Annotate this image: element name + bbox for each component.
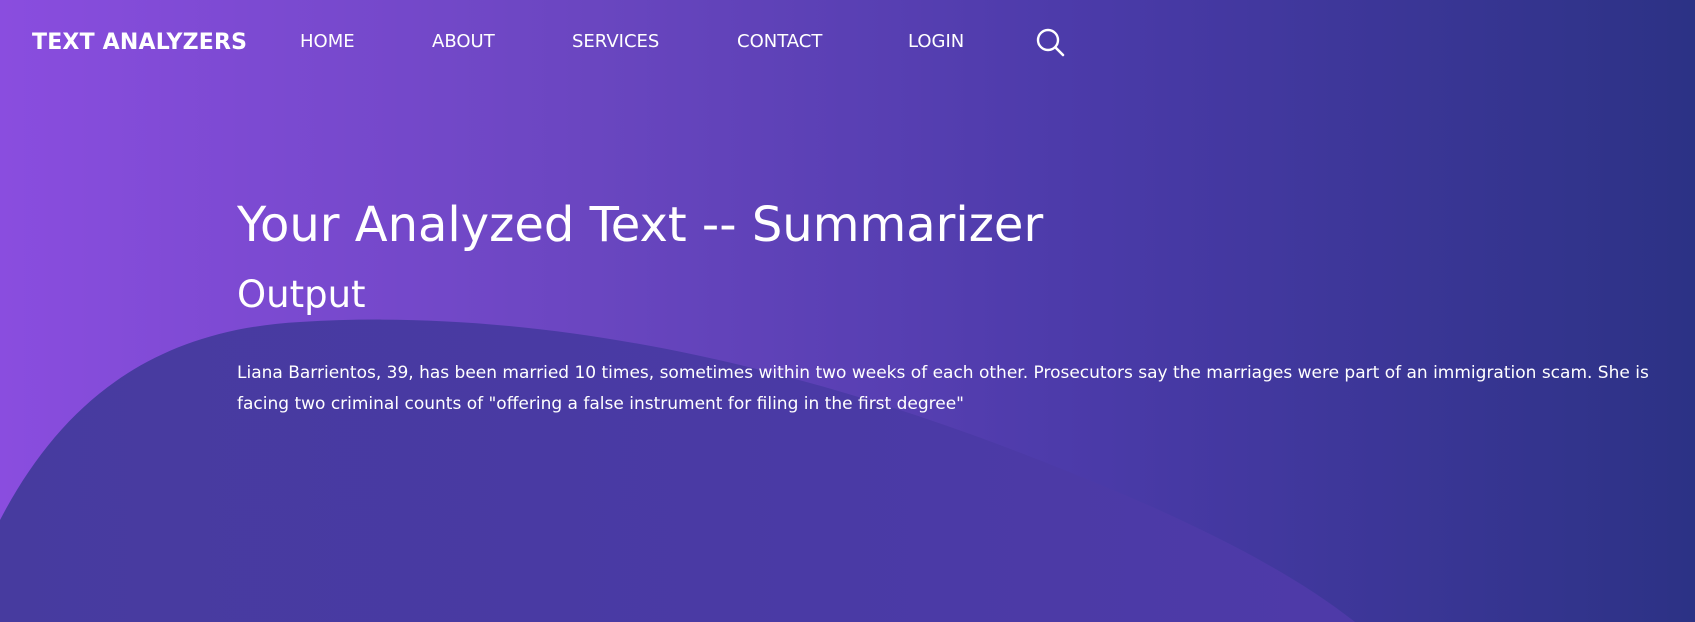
nav-contact-link[interactable]: CONTACT xyxy=(737,30,822,54)
output-heading: Output xyxy=(237,273,366,316)
page-title: Your Analyzed Text -- Summarizer xyxy=(237,197,1044,253)
summary-output-text: Liana Barrientos, 39, has been married 1… xyxy=(237,363,1649,414)
nav-services-link[interactable]: SERVICES xyxy=(572,30,659,54)
nav-menu: HOME ABOUT SERVICES CONTACT LOGIN xyxy=(0,30,1695,54)
search-button[interactable] xyxy=(1034,26,1066,58)
search-icon xyxy=(1036,28,1065,57)
main-content: Your Analyzed Text -- Summarizer Output … xyxy=(237,190,1657,420)
navbar: TEXT ANALYZERS HOME ABOUT SERVICES CONTA… xyxy=(0,0,1695,84)
nav-home-link[interactable]: HOME xyxy=(300,30,355,54)
nav-login-link[interactable]: LOGIN xyxy=(908,30,964,54)
nav-about-link[interactable]: ABOUT xyxy=(432,30,495,54)
